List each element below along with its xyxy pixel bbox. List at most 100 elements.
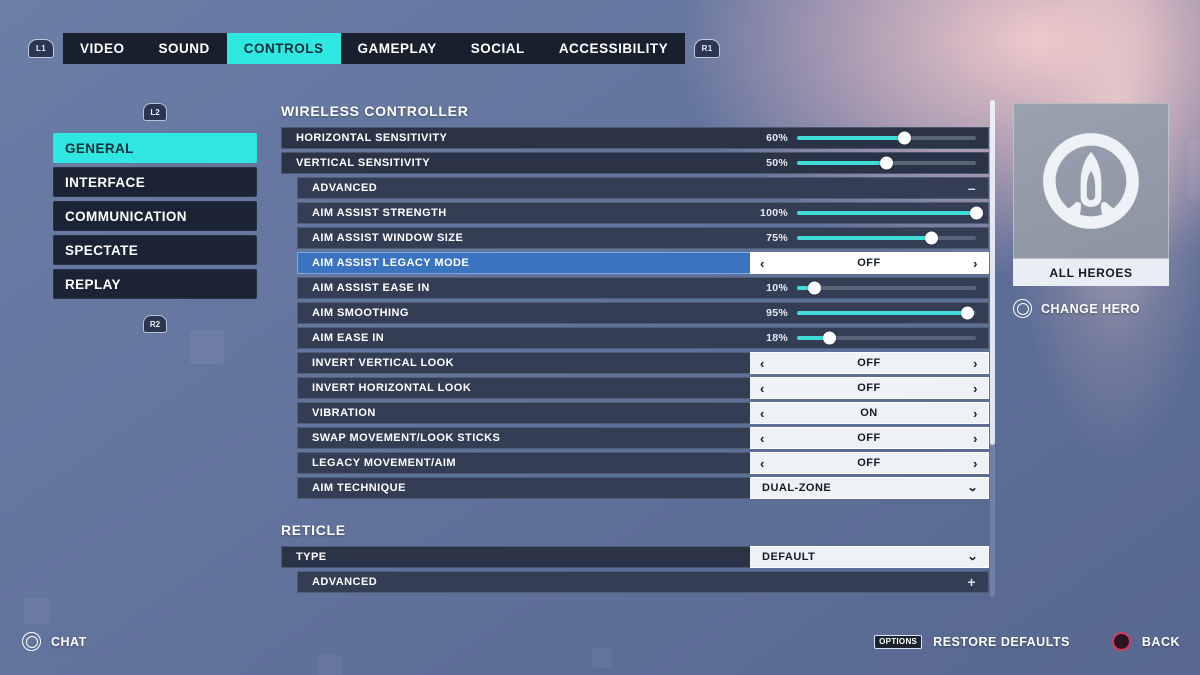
slider-fill [797,211,976,215]
setting-row-aim-assist-strength[interactable]: AIM ASSIST STRENGTH 100% [297,202,989,224]
hero-name-label: ALL HEROES [1013,259,1169,286]
slider-track[interactable] [797,281,976,295]
setting-row-horizontal-sensitivity[interactable]: HORIZONTAL SENSITIVITY 60% [281,127,989,149]
chevron-right-icon[interactable]: › [973,407,978,420]
l1-shoulder-icon: L1 [28,39,54,58]
slider-control[interactable]: 18% [750,327,989,349]
setting-row-invert-vertical-look[interactable]: INVERT VERTICAL LOOK ‹ OFF › [297,352,989,374]
setting-row-aim-ease-in[interactable]: AIM EASE IN 18% [297,327,989,349]
setting-label: AIM ASSIST STRENGTH [297,202,750,224]
chevron-right-icon[interactable]: › [973,382,978,395]
chevron-down-icon[interactable]: ⌄ [967,482,979,494]
hero-panel: ALL HEROES CHANGE HERO [1013,103,1169,318]
slider-track[interactable] [797,131,976,145]
stepper-value: OFF [857,382,881,394]
slider-fill [797,161,887,165]
slider-knob[interactable] [924,231,938,245]
chevron-right-icon[interactable]: › [973,357,978,370]
slider-knob[interactable] [960,306,974,320]
minus-icon[interactable]: – [968,181,976,195]
tab-controls[interactable]: CONTROLS [226,33,341,64]
stepper-value: OFF [857,257,881,269]
slider-control[interactable]: 50% [750,152,989,174]
chevron-down-icon[interactable]: ⌄ [967,551,979,563]
setting-row-aim-smoothing[interactable]: AIM SMOOTHING 95% [297,302,989,324]
slider-value: 10% [766,282,788,294]
dropdown-value: DEFAULT [762,551,816,563]
slider-knob[interactable] [808,281,822,295]
sidebar-item-spectate[interactable]: SPECTATE [53,235,257,265]
stepper-control[interactable]: ‹ ON › [750,402,989,424]
restore-defaults-label[interactable]: RESTORE DEFAULTS [933,635,1070,649]
slider-track[interactable] [797,206,983,220]
slider-track[interactable] [797,156,976,170]
sidebar-item-interface[interactable]: INTERFACE [53,167,257,197]
stepper-control[interactable]: ‹ OFF › [750,452,989,474]
setting-label: SWAP MOVEMENT/LOOK STICKS [297,427,750,449]
slider-knob[interactable] [880,156,893,170]
stepper-control[interactable]: ‹ OFF › [750,377,989,399]
tab-sound[interactable]: SOUND [142,33,227,64]
settings-scrollbar-track[interactable] [990,100,995,597]
slider-control[interactable]: 10% [750,277,989,299]
slider-control[interactable]: 95% [750,302,989,324]
setting-row-aim-assist-window-size[interactable]: AIM ASSIST WINDOW SIZE 75% [297,227,989,249]
dropdown-control[interactable]: DUAL-ZONE ⌄ [750,477,989,499]
setting-label: AIM TECHNIQUE [297,477,750,499]
stepper-value: OFF [857,432,881,444]
setting-row-aim-assist-ease-in[interactable]: AIM ASSIST EASE IN 10% [297,277,989,299]
sidebar-item-replay[interactable]: REPLAY [53,269,257,299]
chevron-right-icon[interactable]: › [973,457,978,470]
dropdown-control[interactable]: DEFAULT ⌄ [750,546,989,568]
slider-track[interactable] [797,306,976,320]
slider-knob[interactable] [897,131,911,145]
stepper-control[interactable]: ‹ OFF › [750,352,989,374]
stepper-control[interactable]: ‹ OFF › [750,252,989,274]
collapsible-advanced-reticle[interactable]: ADVANCED + [297,571,989,593]
tab-accessibility[interactable]: ACCESSIBILITY [542,33,685,64]
sidebar-item-general[interactable]: GENERAL [53,133,257,163]
stepper-control[interactable]: ‹ OFF › [750,427,989,449]
chevron-right-icon[interactable]: › [973,432,978,445]
setting-label: VERTICAL SENSITIVITY [281,152,750,174]
sidebar-item-communication[interactable]: COMMUNICATION [53,201,257,231]
change-hero-button[interactable]: CHANGE HERO [1013,299,1169,318]
slider-control[interactable]: 100% [750,202,989,224]
setting-row-invert-horizontal-look[interactable]: INVERT HORIZONTAL LOOK ‹ OFF › [297,377,989,399]
collapsible-advanced-controller[interactable]: ADVANCED – [297,177,989,199]
slider-control[interactable]: 75% [750,227,989,249]
slider-track[interactable] [797,331,976,345]
setting-label: INVERT HORIZONTAL LOOK [297,377,750,399]
tab-social[interactable]: SOCIAL [454,33,542,64]
setting-row-vibration[interactable]: VIBRATION ‹ ON › [297,402,989,424]
plus-icon[interactable]: + [967,575,976,589]
hero-portrait[interactable] [1013,103,1169,259]
tab-video[interactable]: VIDEO [63,33,142,64]
slider-control[interactable]: 60% [750,127,989,149]
settings-scrollbar-thumb[interactable] [990,100,995,445]
back-label[interactable]: BACK [1142,635,1180,649]
slider-track[interactable] [797,231,976,245]
setting-row-vertical-sensitivity[interactable]: VERTICAL SENSITIVITY 50% [281,152,989,174]
setting-label: ADVANCED + [297,571,989,593]
slider-knob[interactable] [822,331,836,345]
setting-label: LEGACY MOVEMENT/AIM [297,452,750,474]
setting-row-reticle-type[interactable]: TYPE DEFAULT ⌄ [281,546,989,568]
setting-row-legacy-movement-aim[interactable]: LEGACY MOVEMENT/AIM ‹ OFF › [297,452,989,474]
section-title-wireless-controller: WIRELESS CONTROLLER [281,103,469,119]
setting-row-aim-assist-legacy-mode[interactable]: AIM ASSIST LEGACY MODE ‹ OFF › [297,252,989,274]
setting-label: VIBRATION [297,402,750,424]
footer-chat-button[interactable]: CHAT [22,632,87,651]
setting-row-aim-technique[interactable]: AIM TECHNIQUE DUAL-ZONE ⌄ [297,477,989,499]
tab-gameplay[interactable]: GAMEPLAY [341,33,454,64]
stepper-value: OFF [857,357,881,369]
slider-value: 50% [766,157,788,169]
slider-knob[interactable] [969,206,983,220]
slider-fill [797,311,968,315]
background-square [592,648,612,668]
circle-button-icon [1111,632,1131,651]
chevron-right-icon[interactable]: › [973,257,978,270]
setting-row-swap-movement-look-sticks[interactable]: SWAP MOVEMENT/LOOK STICKS ‹ OFF › [297,427,989,449]
setting-label: HORIZONTAL SENSITIVITY [281,127,750,149]
